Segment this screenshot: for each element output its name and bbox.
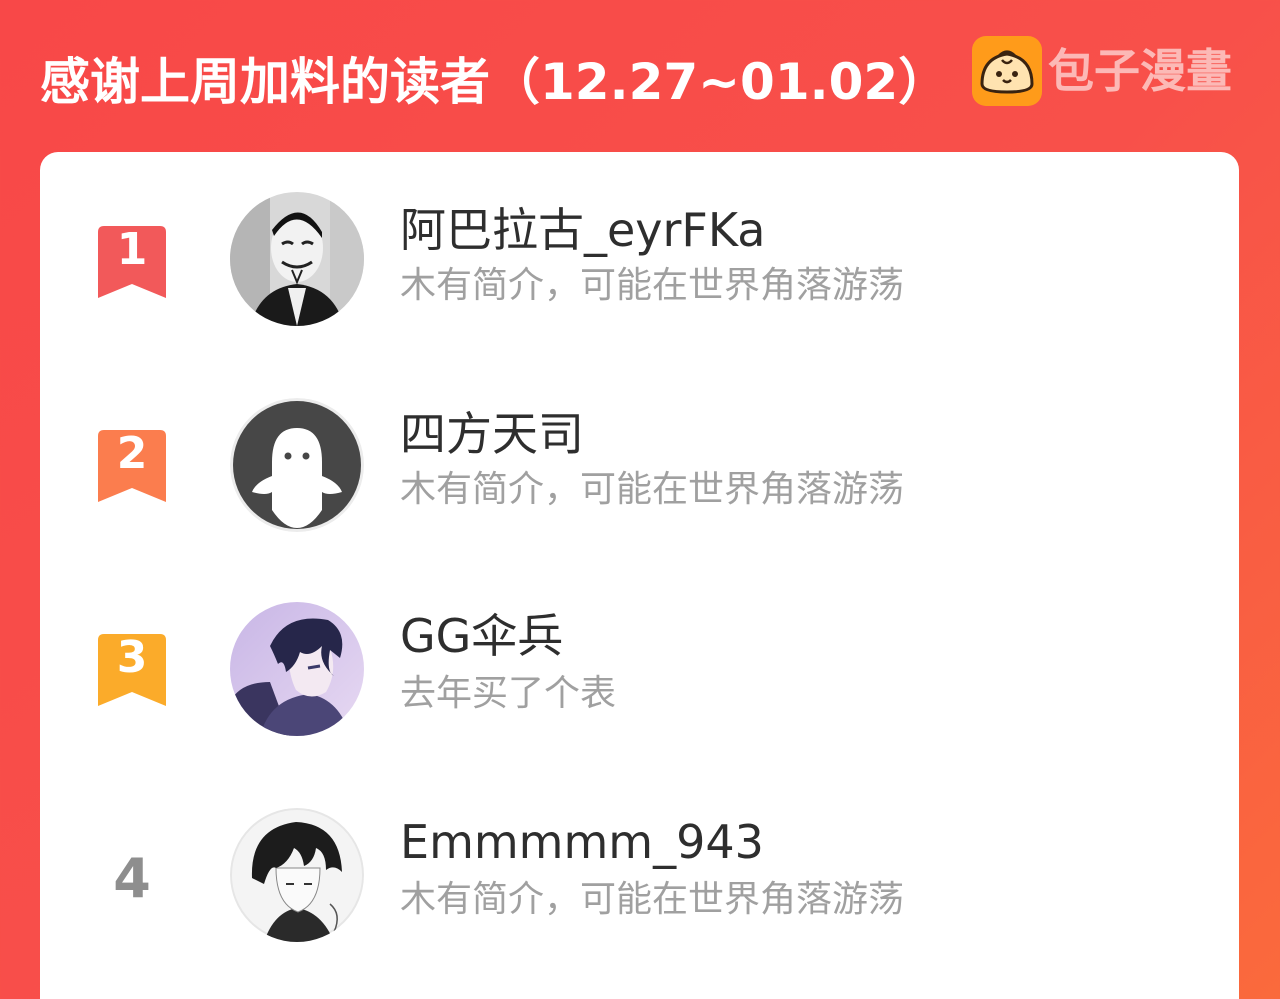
avatar[interactable] bbox=[230, 398, 364, 532]
rank-number: 1 bbox=[116, 224, 148, 275]
rank-badge-1: 1 bbox=[98, 224, 166, 298]
rank-number: 2 bbox=[116, 428, 148, 479]
reader-name: 四方天司 bbox=[400, 407, 584, 461]
reader-bio: 去年买了个表 bbox=[400, 673, 617, 714]
reader-name: Emmmmm_943 bbox=[400, 815, 764, 869]
reader-name: 阿巴拉古_eyrFKa bbox=[400, 203, 766, 257]
rank-badge-3: 3 bbox=[98, 632, 166, 706]
avatar[interactable] bbox=[230, 808, 364, 942]
reader-name: GG伞兵 bbox=[400, 609, 564, 663]
reader-list-card: 1 阿巴拉古_eyrFKa 木有简介，可能在世界角落游荡 2 四方天司 木有简介… bbox=[40, 152, 1239, 999]
rank-number: 3 bbox=[116, 632, 148, 683]
rank-badge-2: 2 bbox=[98, 428, 166, 502]
avatar[interactable] bbox=[230, 192, 364, 326]
reader-row[interactable]: 1 阿巴拉古_eyrFKa 木有简介，可能在世界角落游荡 bbox=[40, 192, 1239, 332]
reader-bio: 木有简介，可能在世界角落游荡 bbox=[400, 879, 905, 920]
page-header: 感谢上周加料的读者（12.27~01.02） 包子漫畫 bbox=[0, 0, 1280, 150]
avatar[interactable] bbox=[230, 602, 364, 736]
steamed-bun-icon bbox=[972, 36, 1042, 106]
reader-row[interactable]: 4 Emmmmm_943 木有简介，可能在世界角落游荡 bbox=[40, 808, 1239, 948]
reader-bio: 木有简介，可能在世界角落游荡 bbox=[400, 469, 905, 510]
page-title: 感谢上周加料的读者（12.27~01.02） bbox=[40, 53, 949, 111]
reader-bio: 木有简介，可能在世界角落游荡 bbox=[400, 265, 905, 306]
reader-row[interactable]: 2 四方天司 木有简介，可能在世界角落游荡 bbox=[40, 398, 1239, 538]
brand-name: 包子漫畫 bbox=[1048, 44, 1232, 98]
brand-logo[interactable]: 包子漫畫 bbox=[972, 35, 1232, 107]
rank-number: 4 bbox=[113, 847, 151, 910]
reader-row[interactable]: 3 GG伞兵 去年买了个表 bbox=[40, 602, 1239, 742]
